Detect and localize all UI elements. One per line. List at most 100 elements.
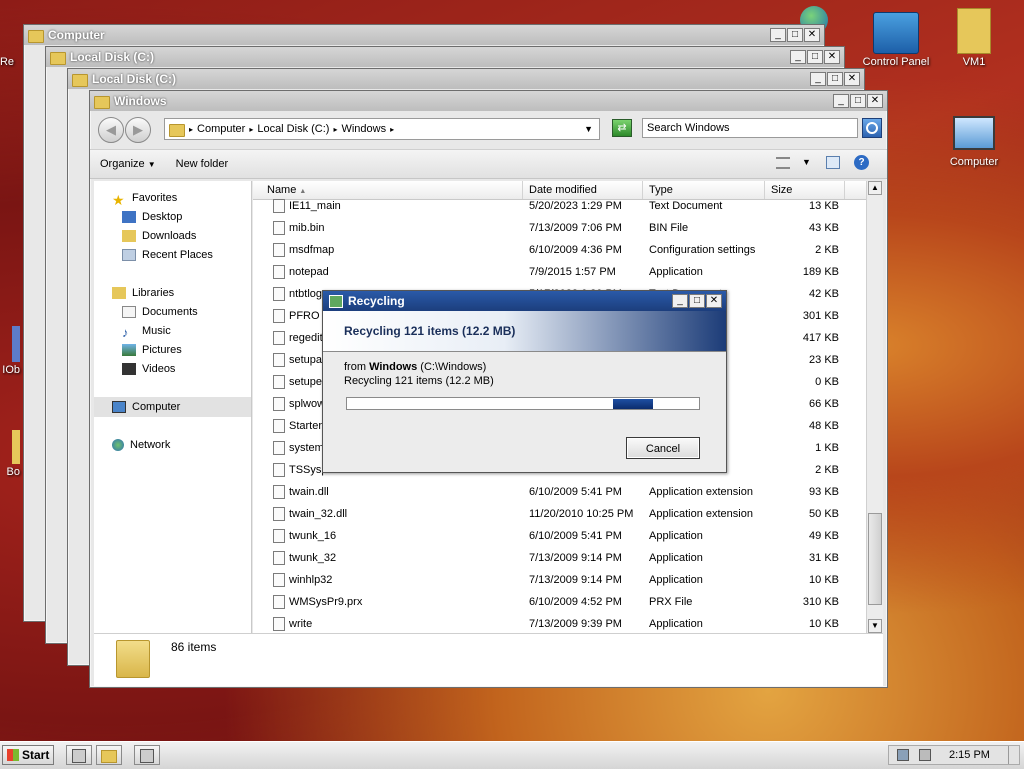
file-row[interactable]: twunk_16 6/10/2009 5:41 PM Application 49 K…: [253, 525, 869, 547]
file-size: 10 KB: [809, 618, 839, 630]
title-bar[interactable]: Local Disk (C:): [46, 47, 844, 67]
file-row[interactable]: twain.dll 6/10/2009 5:41 PM Application ex…: [253, 481, 869, 503]
refresh-button[interactable]: ⇄: [612, 119, 632, 137]
nav-documents[interactable]: Documents: [122, 303, 198, 321]
clock[interactable]: 2:15 PM: [949, 749, 990, 761]
nav-videos[interactable]: Videos: [122, 360, 175, 378]
scroll-down-arrow[interactable]: ▼: [868, 619, 882, 633]
column-header-name[interactable]: Name ▲: [253, 181, 523, 199]
nav-network[interactable]: Network: [112, 436, 170, 454]
file-row[interactable]: mib.bin 7/13/2009 7:06 PM BIN File 43 KB: [253, 217, 869, 239]
help-icon[interactable]: ?: [854, 155, 869, 170]
network-tray-icon[interactable]: [897, 749, 909, 761]
taskbar-explorer[interactable]: [96, 745, 122, 765]
close-button[interactable]: ✕: [824, 50, 840, 64]
chevron-down-icon[interactable]: ▼: [584, 124, 593, 134]
file-type: Application: [649, 574, 703, 586]
minimize-button[interactable]: _: [790, 50, 806, 64]
organize-button[interactable]: Organize ▼: [90, 158, 166, 170]
title-bar[interactable]: Computer: [24, 25, 824, 45]
cancel-button[interactable]: Cancel: [626, 437, 700, 459]
close-button[interactable]: ✕: [867, 94, 883, 108]
file-date: 6/10/2009 5:41 PM: [529, 530, 622, 542]
scroll-thumb[interactable]: [868, 513, 882, 605]
column-header-type[interactable]: Type: [643, 181, 765, 199]
close-button[interactable]: ✕: [804, 28, 820, 42]
file-size: 310 KB: [802, 596, 839, 608]
breadcrumb-computer[interactable]: Computer: [193, 123, 249, 135]
desktop-icon-control-panel[interactable]: Control Panel: [858, 12, 934, 68]
desktop-icon-computer[interactable]: Computer: [936, 116, 1012, 168]
new-folder-button[interactable]: New folder: [166, 158, 239, 170]
minimize-button[interactable]: _: [672, 294, 688, 308]
nav-libraries[interactable]: Libraries: [112, 284, 174, 302]
desktop-icon-vm1[interactable]: VM1: [936, 8, 1012, 68]
chevron-right-icon[interactable]: ▸: [390, 125, 394, 134]
minimize-button[interactable]: _: [810, 72, 826, 86]
forward-button[interactable]: ▶: [125, 117, 151, 143]
minimize-button[interactable]: _: [770, 28, 786, 42]
maximize-button[interactable]: □: [850, 94, 866, 108]
file-row[interactable]: notepad 7/9/2015 1:57 PM Application 189 KB: [253, 261, 869, 283]
search-button[interactable]: [862, 118, 882, 138]
view-options-icon[interactable]: [776, 157, 790, 169]
file-row[interactable]: winhlp32 7/13/2009 9:14 PM Application 10 K…: [253, 569, 869, 591]
desktop-icon-iobit-partial[interactable]: IOb: [0, 326, 20, 376]
file-type: Application extension: [649, 486, 753, 498]
maximize-button[interactable]: □: [787, 28, 803, 42]
desktop-icon-bo-partial[interactable]: Bo: [0, 430, 20, 478]
file-size: 42 KB: [809, 288, 839, 300]
desktop-icon-recycle-partial[interactable]: Re: [0, 56, 14, 68]
breadcrumb-local-disk[interactable]: Local Disk (C:): [253, 123, 333, 135]
file-size: 10 KB: [809, 574, 839, 586]
file-icon: [273, 551, 285, 565]
dialog-title-bar[interactable]: Recycling: [323, 291, 726, 311]
file-name: twunk_32: [289, 552, 337, 564]
search-input[interactable]: Search Windows: [642, 118, 858, 138]
volume-muted-icon[interactable]: [919, 749, 931, 761]
file-row[interactable]: WMSysPr9.prx 6/10/2009 4:52 PM PRX File 310…: [253, 591, 869, 613]
desktop-icon: [122, 211, 136, 223]
column-header-size[interactable]: Size: [765, 181, 845, 199]
maximize-button[interactable]: □: [827, 72, 843, 86]
scroll-up-arrow[interactable]: ▲: [868, 181, 882, 195]
recycling-dialog[interactable]: Recycling _ □ ✕ Recycling 121 items (12.2 …: [322, 290, 727, 473]
file-row[interactable]: msdfmap 6/10/2009 4:36 PM Configuration se…: [253, 239, 869, 261]
nav-downloads[interactable]: Downloads: [122, 227, 196, 245]
preview-pane-icon[interactable]: [826, 156, 840, 169]
file-icon: [273, 353, 285, 367]
nav-recent-places[interactable]: Recent Places: [122, 246, 213, 264]
file-row[interactable]: twunk_32 7/13/2009 9:14 PM Application 31 K…: [253, 547, 869, 569]
maximize-button[interactable]: □: [807, 50, 823, 64]
dialog-header: Recycling 121 items (12.2 MB): [323, 311, 726, 352]
chevron-down-icon[interactable]: ▼: [802, 157, 811, 167]
file-row[interactable]: twain_32.dll 11/20/2010 10:25 PM Applicati…: [253, 503, 869, 525]
nav-favorites[interactable]: ★ Favorites: [112, 189, 177, 208]
start-button[interactable]: Start: [2, 745, 54, 765]
chevron-down-icon: ▼: [147, 160, 156, 169]
taskbar-app-1[interactable]: [66, 745, 92, 765]
file-row[interactable]: IE11_main 5/20/2023 1:29 PM Text Document 1…: [253, 199, 869, 217]
file-type: Application: [649, 530, 703, 542]
column-header-date[interactable]: Date modified: [523, 181, 643, 199]
source-folder-link[interactable]: Windows: [369, 361, 417, 373]
maximize-button[interactable]: □: [689, 294, 705, 308]
breadcrumb-windows[interactable]: Windows: [337, 123, 390, 135]
minimize-button[interactable]: _: [833, 94, 849, 108]
nav-music[interactable]: ♪ Music: [122, 322, 171, 340]
file-icon: [273, 199, 285, 213]
title-bar[interactable]: Local Disk (C:): [68, 69, 864, 89]
close-button[interactable]: ✕: [844, 72, 860, 86]
computer-icon: [28, 29, 44, 43]
taskbar-app-2[interactable]: [134, 745, 160, 765]
vertical-scrollbar[interactable]: ▲ ▼: [866, 181, 883, 633]
nav-pictures[interactable]: Pictures: [122, 341, 182, 359]
address-bar[interactable]: ▸ Computer ▸ Local Disk (C:) ▸ Windows ▸…: [164, 118, 600, 140]
show-desktop-button[interactable]: [1008, 746, 1019, 764]
back-button[interactable]: ◀: [98, 117, 124, 143]
title-bar[interactable]: Windows: [90, 91, 887, 111]
nav-desktop[interactable]: Desktop: [122, 208, 182, 226]
close-button[interactable]: ✕: [706, 294, 722, 308]
nav-computer[interactable]: Computer: [112, 398, 180, 416]
file-row[interactable]: write 7/13/2009 9:39 PM Application 10 KB: [253, 613, 869, 633]
